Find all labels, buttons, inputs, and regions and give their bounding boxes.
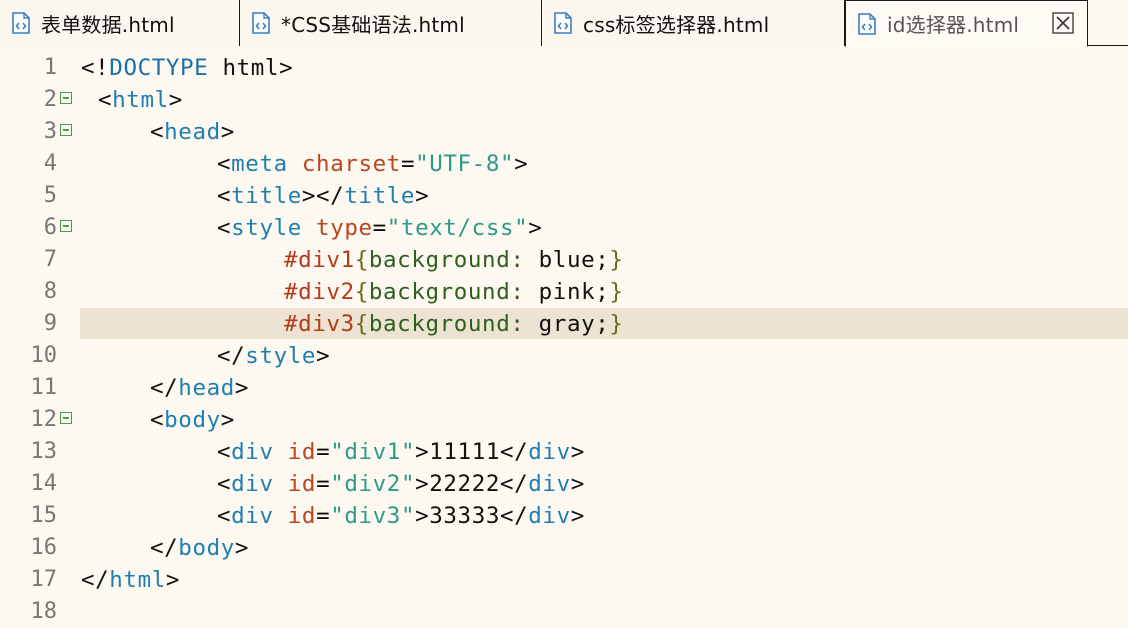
tab-css-basics[interactable]: *CSS基础语法.html [240,0,542,46]
close-icon[interactable] [1052,12,1074,34]
tab-bar: 表单数据.html *CSS基础语法.html css标签选择器.html id… [0,0,1128,47]
code-line: 7 #div1{background: blue;} [0,244,1128,276]
code-text: #div2{background: pink;} [284,279,624,305]
code-text: #div1{background: blue;} [284,247,624,273]
code-line: 17 </html> [0,564,1128,596]
code-text: </head> [150,375,250,401]
code-text: <style type="text/css"> [217,215,543,241]
code-text: <div id="div3">33333</div> [217,503,585,529]
tab-id-selector[interactable]: id选择器.html [845,0,1088,47]
code-line: 12 <body> [0,404,1128,436]
code-line: 11 </head> [0,372,1128,404]
code-text: <div id="div2">22222</div> [217,471,585,497]
code-text: #div3{background: gray;} [284,311,624,337]
code-editor[interactable]: 1 <!DOCTYPE html> 2 <html> 3 <head> 4 <m… [0,47,1128,624]
code-text: </style> [217,343,331,369]
code-text: <div id="div1">11111</div> [217,439,585,465]
line-number: 13 [30,439,58,464]
code-text: <meta charset="UTF-8"> [217,151,529,177]
code-line: 3 <head> [0,116,1128,148]
code-text: <body> [150,407,235,433]
fold-collapse-icon[interactable] [60,92,72,104]
line-number: 6 [43,215,57,240]
line-number: 11 [30,375,58,400]
tab-label: 表单数据.html [41,12,175,37]
code-line: 10 </style> [0,340,1128,372]
code-text: </body> [150,535,250,561]
code-line-current: 9 #div3{background: gray;} [0,308,1128,340]
line-number: 3 [43,119,57,144]
tab-css-tag-selector[interactable]: css标签选择器.html [542,0,845,46]
tab-form-data[interactable]: 表单数据.html [0,0,240,46]
code-line: 6 <style type="text/css"> [0,212,1128,244]
fold-collapse-icon[interactable] [60,220,72,232]
line-number: 5 [43,183,57,208]
line-number: 9 [43,311,57,336]
html-file-icon [858,12,876,35]
code-text: <html> [98,87,183,113]
code-line: 18 [0,596,1128,628]
code-line: 5 <title></title> [0,180,1128,212]
tab-label: id选择器.html [887,13,1020,37]
html-file-icon [12,12,30,34]
fold-collapse-icon[interactable] [60,412,72,424]
code-text: <title></title> [217,183,430,209]
code-line: 15 <div id="div3">33333</div> [0,500,1128,532]
code-text: </html> [81,567,181,593]
tab-label: *CSS基础语法.html [281,12,465,37]
code-text: <!DOCTYPE html> [81,55,294,81]
line-number: 17 [30,567,58,592]
code-line: 2 <html> [0,84,1128,116]
tab-label: css标签选择器.html [583,12,770,37]
code-line: 13 <div id="div1">11111</div> [0,436,1128,468]
code-text: <head> [150,119,235,145]
line-number: 18 [30,599,58,624]
code-line: 1 <!DOCTYPE html> [0,52,1128,84]
line-number: 12 [30,407,58,432]
code-line: 16 </body> [0,532,1128,564]
line-number: 15 [30,503,58,528]
line-number: 2 [43,87,57,112]
line-number: 4 [43,151,57,176]
html-file-icon [554,12,572,34]
code-line: 14 <div id="div2">22222</div> [0,468,1128,500]
html-file-icon [252,12,270,34]
line-number: 14 [30,471,58,496]
code-line: 4 <meta charset="UTF-8"> [0,148,1128,180]
line-number: 7 [43,247,57,272]
code-line: 8 #div2{background: pink;} [0,276,1128,308]
line-number: 8 [43,279,57,304]
fold-collapse-icon[interactable] [60,124,72,136]
line-number: 1 [43,55,57,80]
line-number: 10 [30,343,58,368]
line-number: 16 [30,535,58,560]
